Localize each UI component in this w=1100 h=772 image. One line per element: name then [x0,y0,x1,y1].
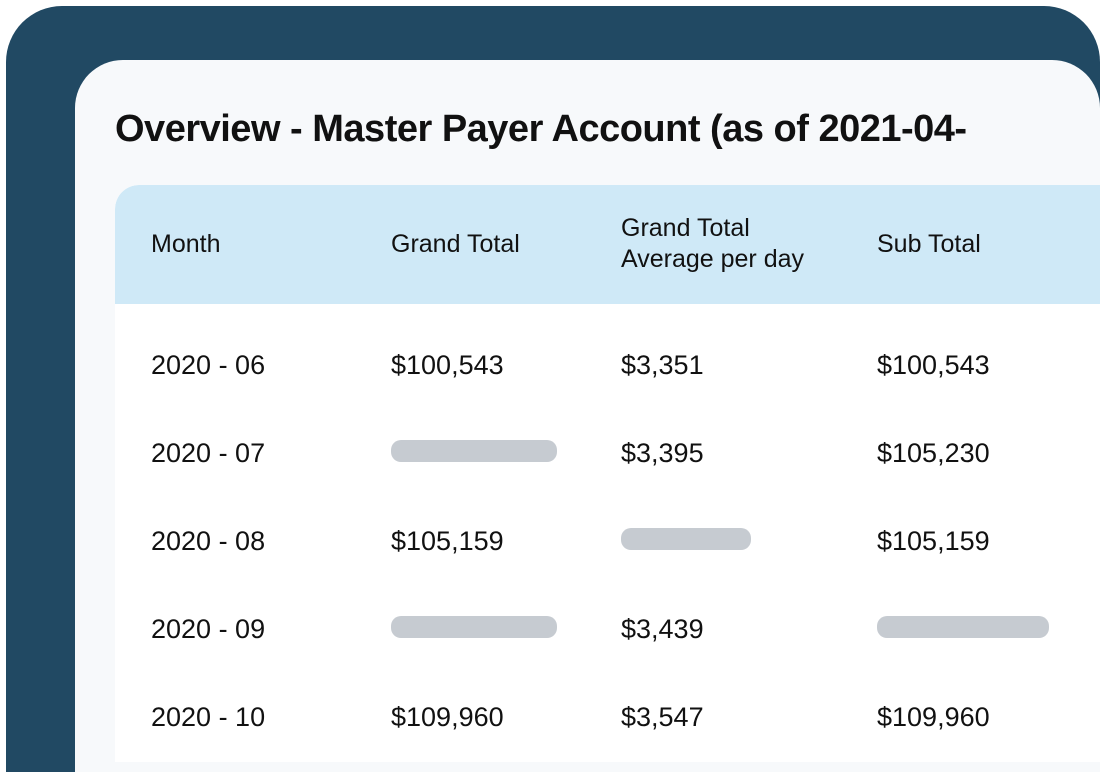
table-row: 2020 - 08 $105,159 $105,159 [151,498,1100,586]
table-header-avg-per-day: Grand Total Average per day [621,213,877,276]
cell-grand-total: $100,543 [391,350,621,381]
cell-month: 2020 - 06 [151,350,391,381]
table-header-month: Month [151,229,391,260]
cell-month: 2020 - 10 [151,702,391,733]
page-title: Overview - Master Payer Account (as of 2… [115,108,1100,151]
cell-grand-total: $109,960 [391,702,621,733]
cell-grand-total [391,614,621,645]
cell-avg-per-day: $3,351 [621,350,877,381]
cell-month: 2020 - 08 [151,526,391,557]
cell-month: 2020 - 07 [151,438,391,469]
table-row: 2020 - 10 $109,960 $3,547 $109,960 [151,674,1100,762]
table-row: 2020 - 09 $3,439 [151,586,1100,674]
table-header-grand-total: Grand Total [391,229,621,260]
cell-avg-per-day: $3,395 [621,438,877,469]
cell-sub-total: $100,543 [877,350,1097,381]
cell-avg-per-day: $3,439 [621,614,877,645]
table-header-avg-line2: Average per day [621,245,804,273]
cell-sub-total: $105,230 [877,438,1097,469]
placeholder-bar [391,616,557,638]
placeholder-bar [877,616,1049,638]
table-row: 2020 - 06 $100,543 $3,351 $100,543 [151,322,1100,410]
overview-panel: Overview - Master Payer Account (as of 2… [75,60,1100,772]
cell-grand-total: $105,159 [391,526,621,557]
table-row: 2020 - 07 $3,395 $105,230 [151,410,1100,498]
table-header-sub-total: Sub Total [877,229,1097,260]
table-header-row: Month Grand Total Grand Total Average pe… [115,185,1100,304]
placeholder-bar [621,528,751,550]
overview-table: Month Grand Total Grand Total Average pe… [115,185,1100,762]
cell-grand-total [391,438,621,469]
placeholder-bar [391,440,557,462]
cell-avg-per-day [621,526,877,557]
cell-sub-total: $109,960 [877,702,1097,733]
cell-sub-total: $105,159 [877,526,1097,557]
table-body: 2020 - 06 $100,543 $3,351 $100,543 2020 … [115,304,1100,762]
table-header-avg-line1: Grand Total [621,214,750,242]
cell-month: 2020 - 09 [151,614,391,645]
cell-sub-total [877,614,1097,645]
cell-avg-per-day: $3,547 [621,702,877,733]
